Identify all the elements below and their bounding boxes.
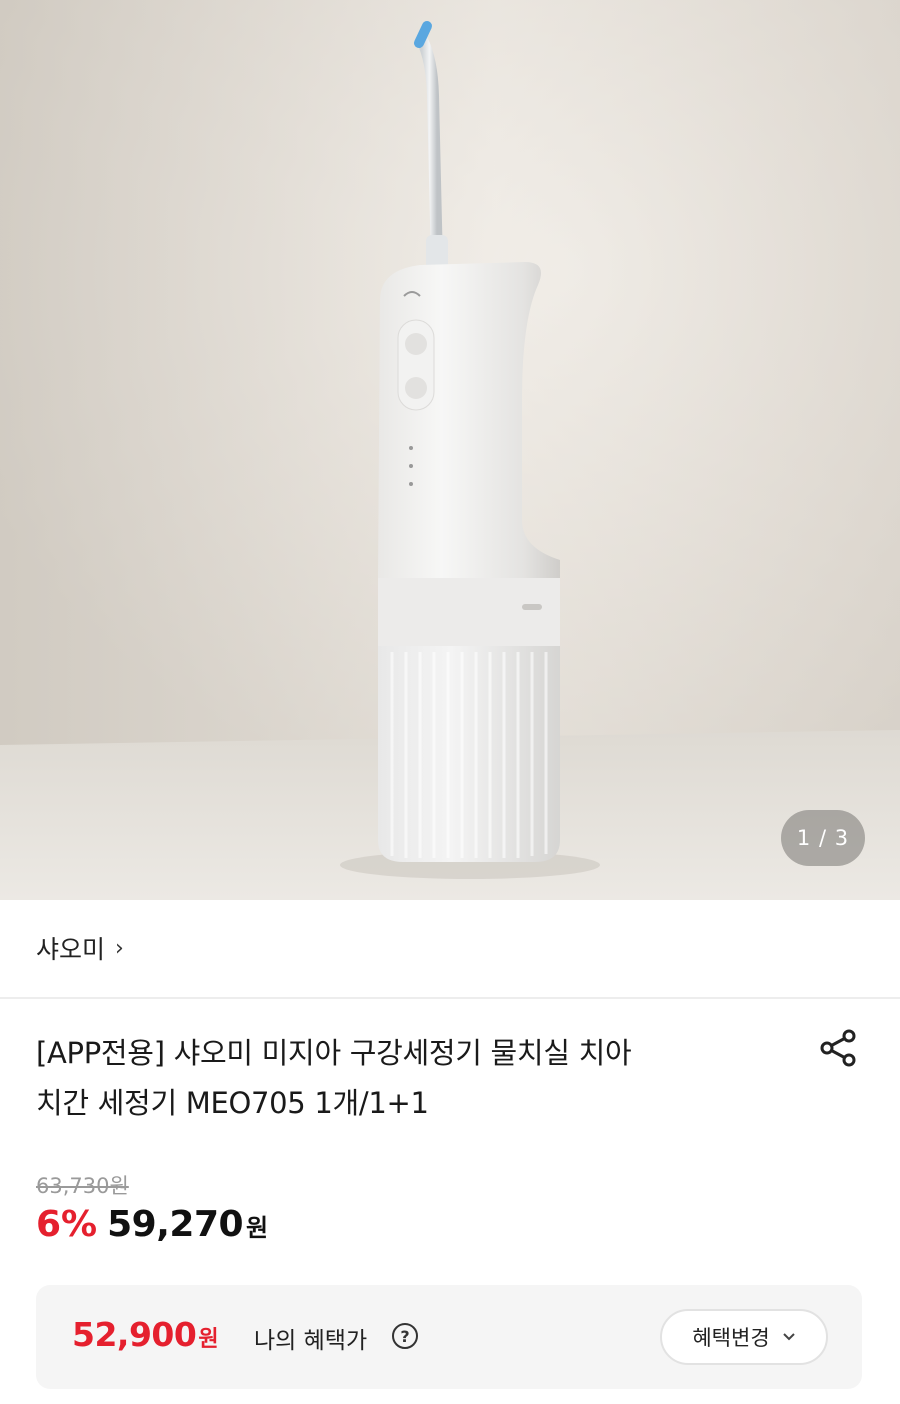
section-divider (0, 997, 900, 999)
benefit-label: 나의 혜택가 (254, 1328, 368, 1354)
sale-price-currency: 원 (246, 1214, 269, 1242)
sale-price-row: 6% 59,270 원 (36, 1204, 268, 1245)
change-benefit-label: 혜택변경 (692, 1326, 770, 1350)
product-title: [APP전용] 샤오미 미지아 구강세정기 물치실 치아 치간 세정기 MEO7… (36, 1028, 776, 1128)
chevron-right-icon: › (115, 935, 124, 961)
benefit-price: 52,900 원 (72, 1315, 219, 1354)
discount-rate: 6% (36, 1204, 98, 1245)
benefit-amount: 52,900 (72, 1315, 197, 1354)
image-page-counter: 1 / 3 (781, 810, 865, 866)
product-title-line-1: [APP전용] 샤오미 미지아 구강세정기 물치실 치아 (36, 1036, 632, 1070)
share-icon (820, 1029, 856, 1067)
share-button[interactable] (814, 1024, 862, 1072)
sale-price: 59,270 (107, 1204, 244, 1245)
change-benefit-button[interactable]: 혜택변경 (660, 1309, 828, 1365)
question-icon[interactable]: ? (392, 1323, 418, 1349)
brand-name: 샤오미 (36, 935, 106, 964)
chevron-down-icon (782, 1333, 795, 1341)
benefit-box: 52,900 원 나의 혜택가 ? 혜택변경 (36, 1285, 862, 1389)
benefit-currency: 원 (198, 1327, 219, 1352)
original-price: 63,730원 (36, 1174, 129, 1198)
product-illustration (0, 0, 900, 900)
product-title-line-2: 치간 세정기 MEO705 1개/1+1 (36, 1086, 429, 1120)
product-image[interactable]: 1 / 3 (0, 0, 900, 900)
brand-link[interactable]: 샤오미 › (36, 928, 124, 968)
